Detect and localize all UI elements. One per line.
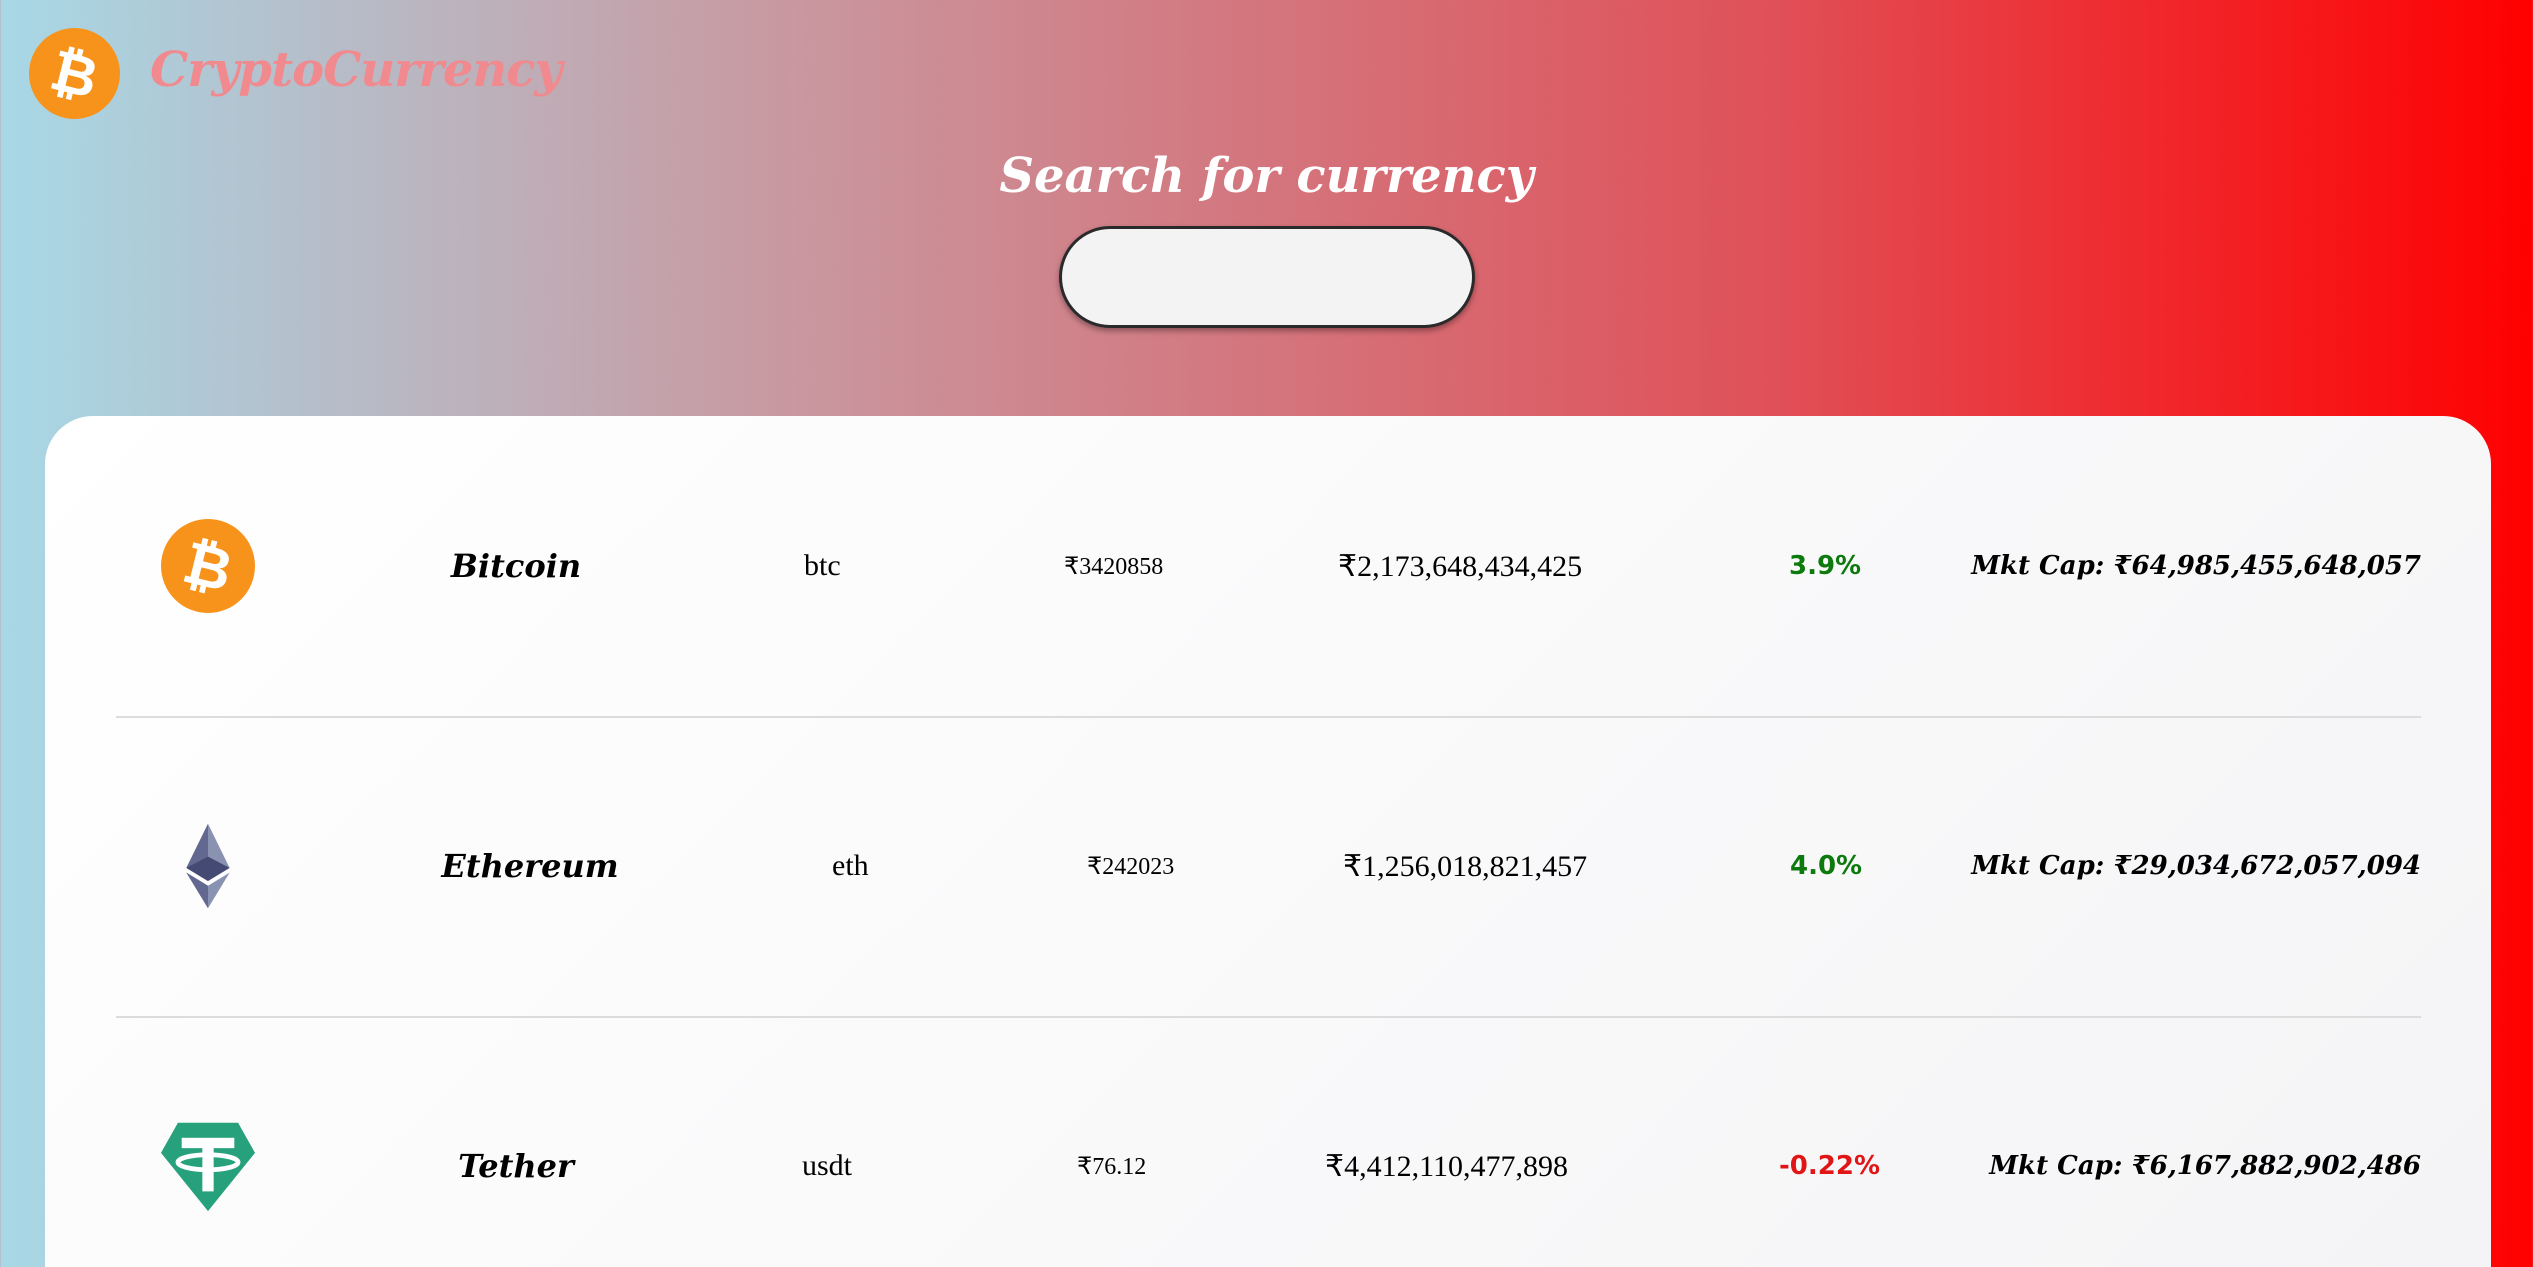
search-heading: Search for currency [999,148,1534,204]
coin-market-cap: Mkt Cap: ₹64,985,455,648,057 [1971,551,2421,581]
bitcoin-logo-icon[interactable]: ₿ [29,28,120,119]
brand-title[interactable]: CryptoCurrency [150,42,562,98]
coin-symbol: btc [804,549,841,582]
coin-price-change: 4.0% [1790,851,1863,881]
coin-row[interactable]: ₿ Bitcoin btc ₹3420858 ₹2,173,648,434,42… [116,416,2421,718]
coin-volume: ₹1,256,018,821,457 [1343,849,1588,883]
coin-price-change: -0.22% [1779,1151,1880,1181]
tether-icon [161,1122,255,1212]
coin-symbol: usdt [802,1149,853,1182]
coin-price: ₹76.12 [1077,1153,1147,1180]
coin-symbol: eth [832,849,869,882]
coin-price: ₹3420858 [1064,553,1164,580]
coin-row[interactable]: Tether usdt ₹76.12 ₹4,412,110,477,898 -0… [116,1016,2421,1267]
coin-row[interactable]: Ethereum eth ₹242023 ₹1,256,018,821,457 … [116,716,2421,1018]
coin-icon-cell: ₿ [161,416,255,716]
app-header: ₿ CryptoCurrency [0,0,2533,140]
coin-name: Bitcoin [450,547,582,585]
coin-volume: ₹4,412,110,477,898 [1325,1149,1568,1183]
coin-price: ₹242023 [1087,853,1175,880]
ethereum-icon [186,823,230,909]
bitcoin-icon: ₿ [161,519,255,613]
coin-market-cap: Mkt Cap: ₹29,034,672,057,094 [1971,851,2421,881]
coin-list-panel: ₿ Bitcoin btc ₹3420858 ₹2,173,648,434,42… [45,416,2491,1267]
coin-name: Ethereum [441,847,619,885]
coin-name: Tether [458,1147,574,1185]
coin-volume: ₹2,173,648,434,425 [1338,549,1583,583]
coin-icon-cell [161,1016,255,1267]
coin-price-change: 3.9% [1789,551,1862,581]
search-input[interactable] [1059,226,1475,328]
coin-icon-cell [161,716,255,1016]
coin-market-cap: Mkt Cap: ₹6,167,882,902,486 [1989,1151,2421,1181]
